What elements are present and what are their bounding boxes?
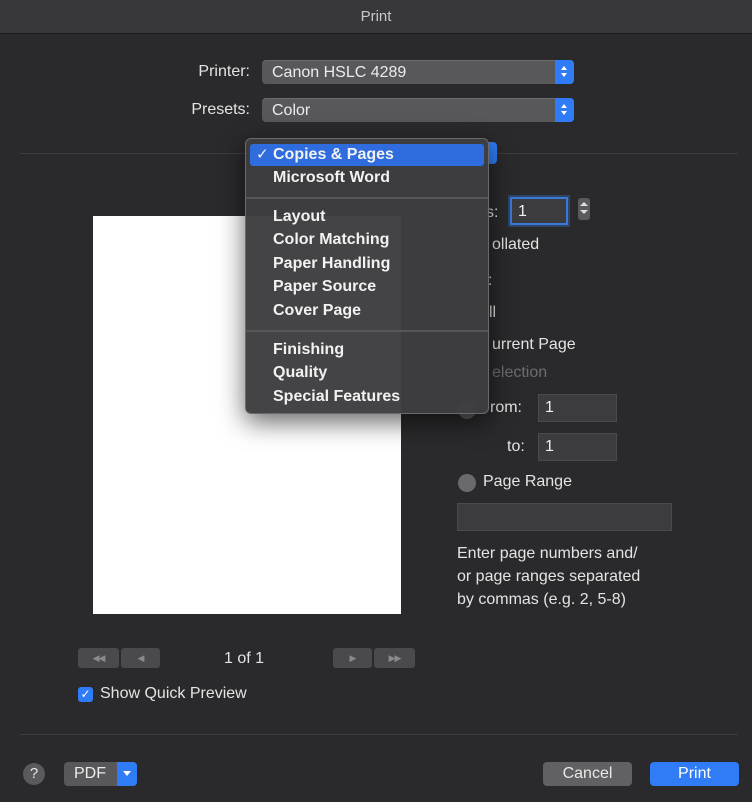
from-value: 1 <box>545 399 554 416</box>
to-label: to: <box>507 438 525 455</box>
menu-item-special-features[interactable]: Special Features <box>250 386 484 408</box>
copies-value: 1 <box>518 203 527 220</box>
menu-item-quality[interactable]: Quality <box>250 362 484 384</box>
from-label: rom: <box>490 399 522 416</box>
last-page-button[interactable]: ▶▶ <box>374 648 415 668</box>
page-range-radio[interactable] <box>458 474 476 492</box>
menu-separator <box>246 330 488 332</box>
show-quick-preview-label: Show Quick Preview <box>100 685 247 702</box>
stepper-down-icon <box>580 210 588 214</box>
printer-label: Printer: <box>198 63 250 80</box>
page-range-label: Page Range <box>483 473 572 490</box>
printer-value: Canon HSLC 4289 <box>272 64 407 81</box>
popup-arrows-icon <box>555 98 574 122</box>
divider <box>20 734 738 735</box>
presets-label: Presets: <box>191 101 250 118</box>
copies-stepper[interactable] <box>578 198 590 220</box>
popup-arrows-icon <box>555 60 574 84</box>
checkmark-icon: ✓ <box>256 146 269 163</box>
to-value: 1 <box>545 438 554 455</box>
collated-label: ollated <box>492 236 540 253</box>
page-range-field[interactable] <box>457 503 672 531</box>
next-page-button[interactable]: ▶ <box>333 648 372 668</box>
menu-item-paper-source[interactable]: Paper Source <box>250 276 484 298</box>
show-quick-preview-checkbox[interactable]: ✓ <box>78 687 93 702</box>
page-range-help-line3: by commas (e.g. 2, 5-8) <box>457 591 626 608</box>
prev-page-button[interactable]: ◀ <box>121 648 160 668</box>
pages-current-label: urrent Page <box>492 336 576 353</box>
panel-dropdown-menu: ✓ Copies & Pages Microsoft Word Layout C… <box>245 138 489 414</box>
menu-item-microsoft-word[interactable]: Microsoft Word <box>250 167 484 189</box>
chevron-down-icon <box>117 762 137 786</box>
cancel-button[interactable]: Cancel <box>543 762 632 786</box>
pages-all-label: ll <box>489 304 497 321</box>
menu-separator <box>246 197 488 199</box>
menu-item-finishing[interactable]: Finishing <box>250 339 484 361</box>
from-field[interactable]: 1 <box>538 394 617 422</box>
pdf-label: PDF <box>74 765 106 782</box>
menu-item-cover-page[interactable]: Cover Page <box>250 300 484 322</box>
first-page-button[interactable]: ◀◀ <box>78 648 119 668</box>
menu-item-copies-pages[interactable]: ✓ Copies & Pages <box>250 144 484 166</box>
page-indicator: 1 of 1 <box>224 650 265 667</box>
window-title: Print <box>0 0 752 34</box>
stepper-up-icon <box>580 202 588 206</box>
to-field[interactable]: 1 <box>538 433 617 461</box>
pages-selection-label: election <box>492 364 548 381</box>
menu-item-layout[interactable]: Layout <box>250 206 484 228</box>
printer-popup[interactable]: Canon HSLC 4289 <box>262 60 574 84</box>
print-button[interactable]: Print <box>650 762 739 786</box>
menu-item-color-matching[interactable]: Color Matching <box>250 229 484 251</box>
presets-value: Color <box>272 102 311 119</box>
menu-item-paper-handling[interactable]: Paper Handling <box>250 253 484 275</box>
pdf-menu-button[interactable]: PDF <box>64 762 137 786</box>
page-range-help-line2: or page ranges separated <box>457 568 641 585</box>
presets-popup[interactable]: Color <box>262 98 574 122</box>
page-range-help-line1: Enter page numbers and/ <box>457 545 638 562</box>
help-button[interactable]: ? <box>23 763 45 785</box>
menu-item-label: Copies & Pages <box>273 146 394 163</box>
copies-field[interactable]: 1 <box>510 197 568 225</box>
